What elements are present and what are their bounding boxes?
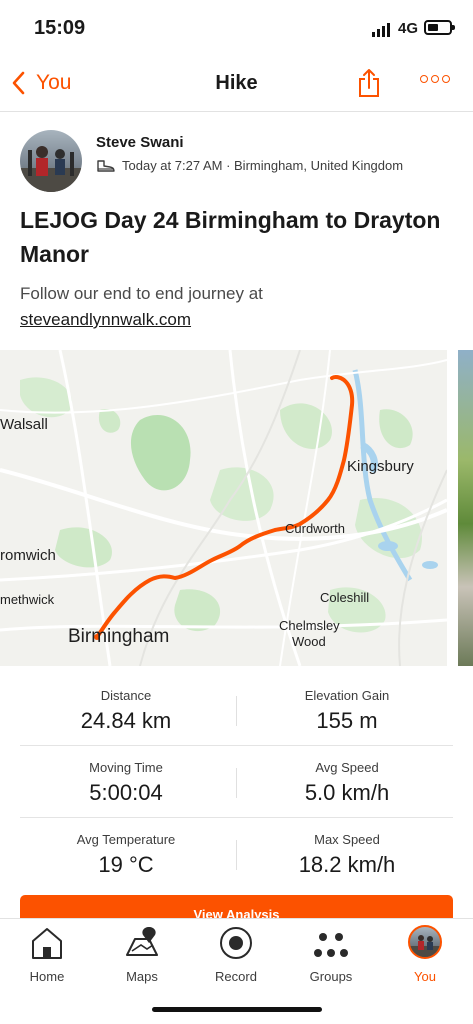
home-icon xyxy=(32,928,62,959)
stat-divider xyxy=(236,840,237,870)
stat-elevation-gain: Elevation Gain 155 m xyxy=(304,688,390,733)
activity-meta: Today at 7:27 AM · Birmingham, United Ki… xyxy=(96,158,403,173)
map-label-bromwich: romwich xyxy=(0,547,56,564)
tab-you[interactable]: You xyxy=(378,923,472,987)
stats-row: Moving Time 5:00:04 Avg Speed 5.0 km/h xyxy=(20,746,453,818)
stats-grid: Distance 24.84 km Elevation Gain 155 m M… xyxy=(20,674,453,890)
map-label-chelmsley: Chelmsley xyxy=(279,618,340,633)
status-bar: 15:09 4G xyxy=(0,0,473,58)
tab-home[interactable]: Home xyxy=(0,923,94,987)
groups-icon xyxy=(314,933,348,957)
network-type: 4G xyxy=(398,20,419,37)
map-label-smethwick: methwick xyxy=(0,592,55,607)
map-label-walsall: Walsall xyxy=(0,416,48,433)
navigation-bar: You Hike xyxy=(0,58,473,112)
battery-icon xyxy=(424,20,455,35)
share-icon[interactable] xyxy=(356,68,382,98)
activity-time-location: Today at 7:27 AM · Birmingham, United Ki… xyxy=(122,158,404,173)
map-icon xyxy=(126,927,158,956)
map-canvas xyxy=(0,350,447,666)
stat-max-speed: Max Speed 18.2 km/h xyxy=(298,832,396,877)
route-map[interactable]: Walsall Kingsbury Curdworth romwich meth… xyxy=(0,350,447,666)
tab-maps[interactable]: Maps xyxy=(95,923,189,987)
stat-avg-temperature: Avg Temperature 19 °C xyxy=(76,832,176,877)
map-label-kingsbury: Kingsbury xyxy=(347,458,414,475)
more-options-icon[interactable] xyxy=(420,75,450,83)
activity-title: LEJOG Day 24 Birmingham to Drayton Manor xyxy=(20,207,441,267)
description-text: Follow our end to end journey at xyxy=(20,284,263,303)
stat-distance: Distance 24.84 km xyxy=(80,688,172,733)
cellular-signal-icon xyxy=(372,23,390,37)
page-title: Hike xyxy=(215,72,258,94)
stat-divider xyxy=(236,768,237,798)
stat-avg-speed: Avg Speed 5.0 km/h xyxy=(304,760,390,805)
hiking-boot-icon xyxy=(97,159,115,172)
map-label-coleshill: Coleshill xyxy=(320,590,370,605)
map-label-curdworth: Curdworth xyxy=(285,521,345,536)
stats-row: Avg Temperature 19 °C Max Speed 18.2 km/… xyxy=(20,818,453,890)
map-label-birmingham: Birmingham xyxy=(68,626,170,647)
stat-divider xyxy=(236,696,237,726)
activity-photo-thumbnail[interactable] xyxy=(458,350,473,666)
map-label-wood: Wood xyxy=(292,634,326,649)
activity-description: Follow our end to end journey at stevean… xyxy=(20,281,450,333)
stat-moving-time: Moving Time 5:00:04 xyxy=(89,760,163,805)
stats-row: Distance 24.84 km Elevation Gain 155 m xyxy=(20,674,453,746)
home-indicator xyxy=(152,1007,322,1012)
athlete-header: Steve Swani Today at 7:27 AM · Birmingha… xyxy=(20,130,460,194)
avatar[interactable] xyxy=(20,130,82,192)
avatar xyxy=(408,925,442,959)
athlete-name[interactable]: Steve Swani xyxy=(96,134,184,151)
description-link[interactable]: steveandlynnwalk.com xyxy=(20,307,191,333)
tab-record[interactable]: Record xyxy=(189,923,283,987)
tab-groups[interactable]: Groups xyxy=(284,923,378,987)
status-time: 15:09 xyxy=(34,17,86,39)
record-icon xyxy=(220,927,252,959)
